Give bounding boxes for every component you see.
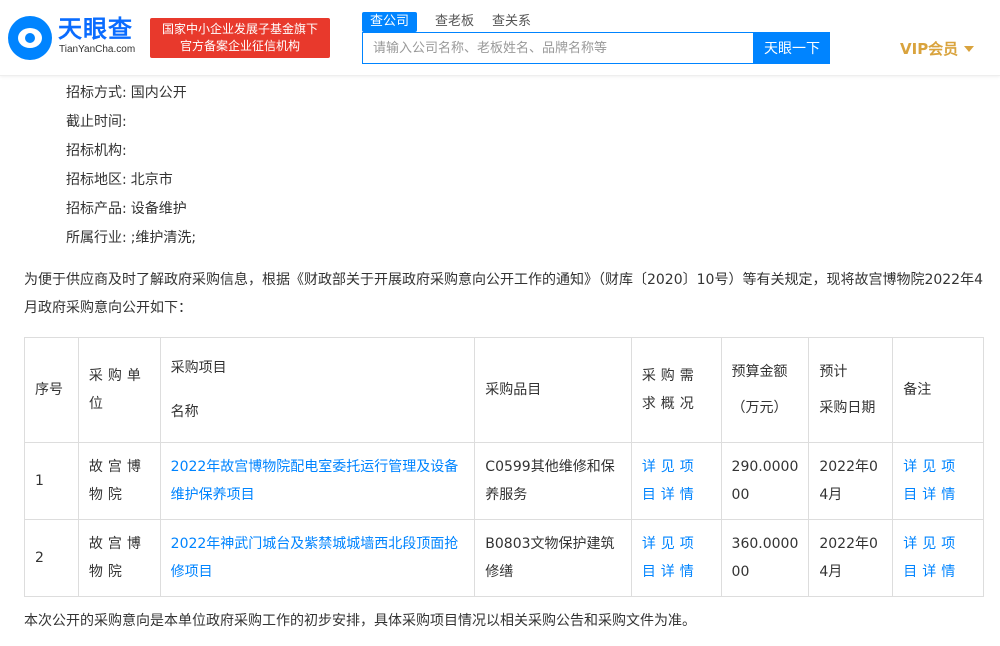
vip-menu[interactable]: VIP会员 [900,38,975,59]
badge-line-1: 国家中小企业发展子基金旗下 [161,22,318,36]
demand-detail-link[interactable]: 详见项目详情 [630,519,722,597]
certification-badge: 国家中小企业发展子基金旗下 官方备案企业征信机构 [150,18,330,58]
cell-date: 2022年0 4月 [808,519,894,597]
info-key: 所属行业: [66,230,127,246]
cell-item: C0599其他维修和保养服务 [474,442,632,520]
procurement-table: 序号 采购单位 采购项目 名称 采购品目 采购需求概况 预算金额 （万元） 预计… [24,337,984,597]
cell-item: B0803文物保护建筑修缮 [474,519,632,597]
info-key: 招标方式: [66,85,127,101]
top-header: 天眼查 TianYanCha.com 国家中小企业发展子基金旗下 官方备案企业征… [0,0,1000,76]
cell-date: 2022年0 4月 [808,442,894,520]
tender-info: 招标方式: 国内公开 截止时间: 招标机构: 招标地区: 北京市 招标产品: 设备维护… [66,79,196,253]
header-project: 采购项目 名称 [159,337,476,443]
header-date-line2: 采购日期 [819,400,876,416]
project-link[interactable]: 2022年故宫博物院配电室委托运行管理及设备维护保养项目 [159,442,476,520]
table-row: 1 故宫博物院 2022年故宫博物院配电室委托运行管理及设备维护保养项目 C05… [24,442,984,520]
info-row-agency: 招标机构: [66,137,196,166]
info-key: 招标产品: [66,201,127,217]
header-budget-line2: （万元） [731,400,788,416]
logo[interactable]: 天眼查 TianYanCha.com [8,14,148,60]
budget-line2: 00 [731,487,750,503]
cell-seq: 2 [24,519,79,597]
date-line1: 2022年0 [819,536,878,552]
info-value: 国内公开 [130,85,187,101]
header-unit: 采购单位 [77,337,161,443]
info-row-industry: 所属行业: ;维护清洗; [66,224,196,253]
tab-company[interactable]: 查公司 [362,12,418,32]
date-line2: 4月 [819,487,843,503]
budget-line1: 360.0000 [731,536,799,552]
cell-budget: 360.0000 00 [720,519,810,597]
cell-seq: 1 [24,442,79,520]
header-note: 备注 [892,337,984,443]
cell-budget: 290.0000 00 [720,442,810,520]
disclaimer-text: 本次公开的采购意向是本单位政府采购工作的初步安排，具体采购项目情况以相关采购公告… [24,613,696,629]
tab-boss[interactable]: 查老板 [435,12,474,32]
search-tabs: 查公司 查老板 查关系 [362,12,549,32]
table-header-row: 序号 采购单位 采购项目 名称 采购品目 采购需求概况 预算金额 （万元） 预计… [24,337,984,443]
tab-relation[interactable]: 查关系 [492,12,531,32]
info-key: 招标地区: [66,172,127,188]
chevron-down-icon [964,45,975,52]
info-row-product: 招标产品: 设备维护 [66,195,196,224]
header-project-line2: 名称 [170,404,199,420]
date-line1: 2022年0 [819,459,878,475]
budget-line1: 290.0000 [731,459,799,475]
header-demand: 采购需求概况 [630,337,722,443]
search-button[interactable]: 天眼一下 [754,32,830,64]
badge-line-2: 官方备案企业征信机构 [179,39,300,53]
info-row-method: 招标方式: 国内公开 [66,79,196,108]
vip-label: VIP会员 [900,40,959,58]
eye-logo-icon [8,16,52,60]
header-budget: 预算金额 （万元） [720,337,810,443]
header-project-line1: 采购项目 [170,360,227,376]
header-date-line1: 预计 [819,364,848,380]
info-key: 截止时间: [66,114,127,130]
logo-text: 天眼查 [58,15,133,43]
date-line2: 4月 [819,564,843,580]
header-budget-line1: 预算金额 [731,364,788,380]
demand-detail-link[interactable]: 详见项目详情 [630,442,722,520]
intro-paragraph: 为便于供应商及时了解政府采购信息，根据《财政部关于开展政府采购意向公开工作的通知… [24,272,983,316]
search-input[interactable] [363,33,753,63]
cell-unit: 故宫博物院 [77,442,161,520]
logo-domain: TianYanCha.com [59,44,136,55]
info-row-deadline: 截止时间: [66,108,196,137]
note-detail-link[interactable]: 详见项目详情 [892,519,984,597]
note-detail-link[interactable]: 详见项目详情 [892,442,984,520]
info-value: 北京市 [130,172,173,188]
table-row: 2 故宫博物院 2022年神武门城台及紫禁城城墙西北段顶面抢修项目 B0803文… [24,519,984,597]
info-value: ;维护清洗; [130,230,197,246]
budget-line2: 00 [731,564,750,580]
header-seq: 序号 [24,337,79,443]
project-link[interactable]: 2022年神武门城台及紫禁城城墙西北段顶面抢修项目 [159,519,476,597]
info-row-region: 招标地区: 北京市 [66,166,196,195]
header-date: 预计 采购日期 [808,337,894,443]
search-box [362,32,754,64]
info-key: 招标机构: [66,143,127,159]
info-value: 设备维护 [130,201,187,217]
header-item: 采购品目 [474,337,632,443]
cell-unit: 故宫博物院 [77,519,161,597]
